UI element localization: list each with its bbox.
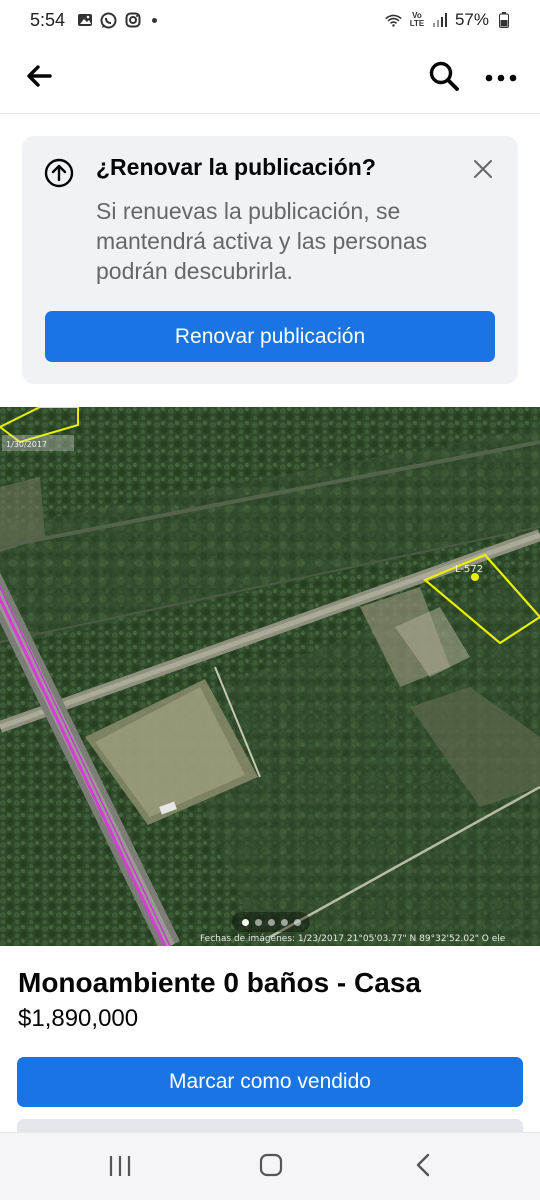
status-left: 5:54 (30, 9, 158, 31)
system-back-button[interactable] (410, 1153, 436, 1181)
status-right: Vo LTE 57% (385, 10, 512, 30)
renew-card-description: Si renuevas la publicación, se mantendrá… (96, 198, 428, 284)
listing-title: Monoambiente 0 baños - Casa (18, 967, 421, 998)
more-icon (485, 69, 517, 87)
mark-as-sold-button[interactable]: Marcar como vendido (17, 1057, 523, 1107)
battery-icon (495, 12, 512, 29)
system-nav-bar (0, 1132, 540, 1200)
listing-price: $1,890,000 (18, 1005, 139, 1032)
pager-dot (293, 918, 301, 926)
gallery-icon (76, 12, 93, 29)
wifi-icon (385, 12, 402, 29)
pager-dot-active (241, 918, 249, 926)
date-stamp: 1/30/2017 (6, 440, 47, 449)
back-button[interactable] (22, 62, 56, 94)
recents-icon (108, 1155, 132, 1182)
imagery-credit: Fechas de imágenes: 1/23/2017 21°05'03.7… (200, 934, 506, 944)
signal-icon (432, 12, 449, 29)
status-bar: 5:54 Vo LTE 57% (0, 0, 540, 40)
volte-icon: Vo LTE (409, 11, 425, 28)
pager-dot (280, 918, 288, 926)
instagram-icon (124, 12, 141, 29)
upload-circle-icon (44, 158, 74, 188)
recents-button[interactable] (106, 1155, 134, 1181)
home-icon (259, 1153, 283, 1182)
status-time: 5:54 (30, 9, 66, 30)
close-icon (473, 159, 493, 184)
search-icon (428, 60, 460, 97)
renew-card-close-button[interactable] (470, 158, 496, 184)
renew-card-title: ¿Renovar la publicación? (96, 154, 376, 180)
whatsapp-icon (100, 12, 117, 29)
renew-listing-button[interactable]: Renovar publicación (45, 311, 495, 362)
pager-dot (254, 918, 262, 926)
notification-dot-icon (152, 17, 158, 23)
app-header (0, 40, 540, 114)
more-options-button[interactable] (482, 64, 520, 92)
arrow-left-icon (26, 64, 52, 92)
battery-percent: 57% (454, 10, 489, 29)
satellite-image: L-572 1/30/2017 (0, 407, 540, 946)
parcel-label: L-572 (455, 564, 483, 575)
home-button[interactable] (257, 1153, 285, 1181)
photo-pager (232, 912, 310, 932)
back-icon (415, 1153, 431, 1182)
renew-listing-card: ¿Renovar la publicación? Si renuevas la … (22, 136, 518, 384)
listing-photo[interactable]: L-572 1/30/2017 Fechas de imágenes: 1/23… (0, 407, 540, 946)
search-button[interactable] (426, 60, 462, 96)
pager-dot (267, 918, 275, 926)
